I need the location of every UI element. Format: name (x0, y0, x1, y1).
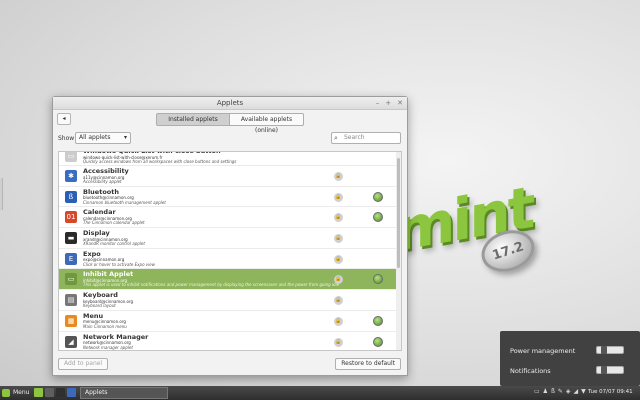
applet-row[interactable]: ✱ Accessibility a11y@cinnamon.org Accessibi… (59, 166, 401, 187)
back-button[interactable]: ◂ (57, 113, 71, 125)
applet-icon: ▤ (65, 294, 77, 307)
applet-row[interactable]: ▬ Display xrandr@cinnamon.org XRandR monito… (59, 228, 401, 249)
list-scrollbar[interactable] (396, 152, 401, 350)
applet-enabled-indicator[interactable] (373, 336, 383, 347)
tray-icon[interactable]: ß (551, 388, 555, 395)
applet-list[interactable]: ▭ Windows Quick List with close button win… (58, 151, 402, 351)
task-label: Applets (85, 389, 108, 396)
applet-icon: ▦ (65, 314, 77, 327)
tray-icon[interactable]: ◈ (566, 388, 571, 395)
lock-icon: 🔒 (334, 337, 343, 347)
applet-icon: ß (65, 190, 77, 203)
system-tray: ▭ ♟ ß ✎ ◈ ◢ ▼ (534, 388, 586, 395)
toolbar: ◂ Installed applets Available applets (o… (53, 110, 407, 134)
applet-description: Quickly access windows from all workspac… (83, 159, 237, 164)
applet-row[interactable]: ▭ Inhibit Applet inhibit@cinnamon.org This … (59, 269, 401, 291)
applet-row[interactable]: ▦ Menu menu@cinnamon.org Main Cinnamon menu… (59, 311, 401, 332)
applet-icon: ▭ (65, 273, 77, 286)
toggle-knob (601, 346, 607, 354)
tray-icon[interactable]: ▼ (581, 388, 586, 395)
lock-icon: 🔒 (334, 296, 343, 306)
tray-icon[interactable]: ◢ (574, 388, 579, 395)
launcher-icon[interactable] (45, 388, 54, 397)
applet-icon: ✱ (65, 170, 77, 182)
applet-tabs: Installed applets Available applets (onl… (156, 113, 304, 134)
notifications-label: Notifications (510, 367, 551, 375)
minimize-button[interactable]: – (376, 97, 380, 110)
applet-icon: E (65, 252, 77, 265)
mint-menu-icon (2, 389, 10, 397)
mint-logo: mint 17.2 (395, 173, 575, 295)
lock-icon: 🔒 (334, 275, 343, 285)
toggle-knob (601, 366, 607, 374)
notification-popup: Power management Notifications (500, 331, 640, 386)
lock-icon: 🔒 (334, 172, 343, 181)
tray-icon[interactable]: ♟ (543, 388, 548, 395)
search-placeholder: Search (344, 134, 365, 141)
applet-row[interactable]: ß Bluetooth bluetooth@cinnamon.org Cinnamon… (59, 187, 401, 208)
show-filter-value: All applets (79, 134, 111, 141)
menu-label: Menu (13, 389, 30, 396)
taskbar-window-applets[interactable]: Applets (80, 387, 168, 399)
applet-enabled-indicator[interactable] (373, 274, 383, 285)
applet-description: Accessibility applet (83, 179, 122, 184)
back-arrow-icon: ◂ (62, 115, 66, 122)
tab-available-applets[interactable]: Available applets (online) (230, 113, 304, 134)
lock-icon: 🔒 (334, 316, 343, 326)
lock-icon: 🔒 (334, 254, 343, 264)
applet-description: Keyboard layout (83, 303, 116, 309)
search-input[interactable]: ⌕ Search (331, 132, 401, 144)
applet-description: This applet is used to inhibit notificat… (83, 282, 340, 288)
add-to-panel-button[interactable]: Add to panel (58, 358, 109, 370)
panel-launchers (34, 388, 76, 397)
applet-enabled-indicator[interactable] (373, 191, 383, 202)
applets-window: Applets – + ✕ ◂ Installed applets Availa… (52, 96, 408, 376)
desktop-edge-handle (0, 178, 3, 210)
applet-description: Click or hover to activate Expo view (83, 261, 155, 267)
tab-installed-applets[interactable]: Installed applets (156, 113, 230, 126)
applet-row[interactable]: ▤ Keyboard keyboard@cinnamon.org Keyboard l… (59, 290, 401, 311)
applet-description: Cinnamon bluetooth management applet (83, 199, 166, 205)
applet-description: Network manager applet (83, 344, 133, 350)
chevron-down-icon: ▾ (123, 134, 127, 141)
applet-enabled-indicator[interactable] (373, 212, 383, 223)
launcher-icon[interactable] (34, 388, 43, 397)
restore-default-button[interactable]: Restore to default (335, 358, 401, 370)
applet-enabled-indicator[interactable] (373, 315, 383, 326)
menu-button[interactable]: Menu (2, 388, 29, 398)
applet-row[interactable]: ◢ Network Manager network@cinnamon.org Netw… (59, 332, 401, 351)
taskbar: Menu Applets ▭ ♟ ß ✎ ◈ ◢ ▼ Tue 07/07 09:41 (0, 386, 640, 400)
launcher-icon[interactable] (67, 388, 76, 397)
window-bottom-bar: Add to panel Restore to default (53, 353, 407, 375)
search-icon: ⌕ (334, 134, 338, 142)
applet-row[interactable]: 01 Calendar calendar@cinnamon.org The Cinna… (59, 207, 401, 229)
show-filter-select[interactable]: All applets ▾ (75, 132, 131, 144)
applet-icon: ▬ (65, 232, 77, 245)
power-management-toggle[interactable] (596, 346, 624, 354)
applet-row[interactable]: E Expo expo@cinnamon.org Click or hover to … (59, 249, 401, 270)
lock-icon: 🔒 (334, 213, 343, 223)
close-button[interactable]: ✕ (397, 97, 403, 110)
filter-bar: Show All applets ▾ ⌕ Search (53, 130, 407, 148)
window-title: Applets (216, 99, 244, 107)
lock-icon: 🔒 (334, 234, 343, 244)
tray-icon[interactable]: ▭ (534, 388, 540, 395)
applet-icon: ◢ (65, 335, 77, 348)
applet-icon: ▭ (65, 152, 77, 162)
scrollbar-thumb[interactable] (397, 158, 400, 268)
applet-description: The Cinnamon calendar applet (83, 220, 145, 226)
applet-description: XRandR monitor control applet (83, 241, 145, 247)
applet-description: Main Cinnamon menu (83, 323, 127, 329)
power-management-label: Power management (510, 347, 576, 355)
window-titlebar[interactable]: Applets – + ✕ (53, 97, 407, 110)
tray-icon[interactable]: ✎ (558, 388, 563, 395)
maximize-button[interactable]: + (385, 97, 391, 110)
launcher-icon[interactable] (56, 388, 65, 397)
applet-icon: 01 (65, 211, 77, 224)
applet-row[interactable]: ▭ Windows Quick List with close button win… (59, 152, 401, 166)
lock-icon: 🔒 (334, 192, 343, 202)
show-label: Show (58, 135, 75, 142)
clock[interactable]: Tue 07/07 09:41 (588, 389, 633, 395)
notifications-toggle[interactable] (596, 366, 624, 374)
